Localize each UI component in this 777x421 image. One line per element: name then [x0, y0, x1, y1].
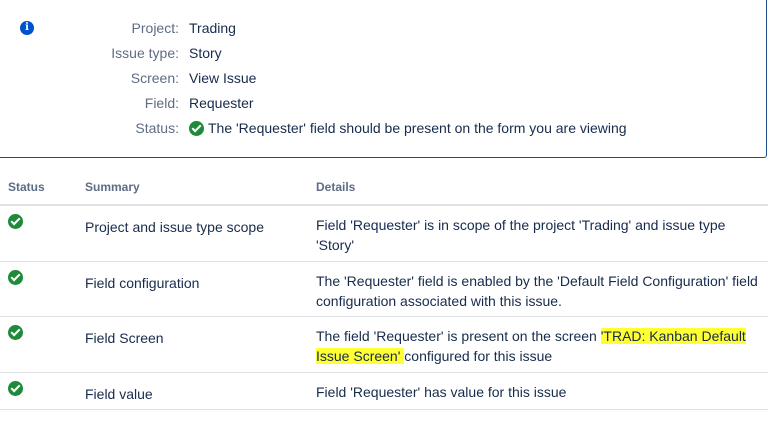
header-summary: Summary — [85, 180, 140, 194]
info-value-field: Requester — [189, 95, 254, 111]
field-helper-page: i Project: Trading Issue type: Story Scr… — [0, 0, 777, 421]
check-icon — [8, 381, 23, 396]
info-row-screen: Screen: View Issue — [0, 68, 257, 88]
check-icon — [8, 325, 23, 340]
info-value-status: The 'Requester' field should be present … — [189, 120, 627, 136]
status-message: The 'Requester' field should be present … — [208, 120, 627, 136]
info-label-status: Status: — [135, 120, 179, 136]
info-label-field: Field: — [144, 95, 179, 111]
header-status: Status — [8, 180, 45, 194]
table-row: Field configuration The 'Requester' fiel… — [0, 262, 768, 317]
info-label-screen: Screen: — [130, 70, 179, 86]
row-details: Field 'Requester' has value for this iss… — [316, 384, 567, 400]
details-text: The field 'Requester' is present on the … — [316, 328, 601, 344]
row-details: The 'Requester' field is enabled by the … — [316, 273, 758, 309]
details-text: configured for this issue — [404, 348, 553, 364]
row-summary: Field configuration — [85, 275, 200, 291]
check-icon — [8, 214, 23, 229]
info-value-screen: View Issue — [189, 70, 257, 86]
row-summary: Field value — [85, 386, 153, 402]
table-row: Field Screen The field 'Requester' is pr… — [0, 317, 768, 373]
info-panel: i Project: Trading Issue type: Story Scr… — [0, 0, 767, 158]
check-icon — [8, 270, 23, 285]
row-details: Field 'Requester' is in scope of the pro… — [316, 217, 726, 253]
table-header: Status Summary Details — [0, 173, 768, 206]
info-row-status: Status: The 'Requester' field should be … — [0, 118, 627, 138]
row-summary: Field Screen — [85, 330, 164, 346]
check-icon — [189, 120, 204, 136]
info-row-field: Field: Requester — [0, 93, 254, 113]
info-label-issue-type: Issue type: — [111, 45, 179, 61]
info-row-project: Project: Trading — [0, 18, 236, 38]
results-table: Status Summary Details Project and issue… — [0, 173, 768, 410]
info-value-project: Trading — [189, 20, 236, 36]
info-value-issue-type: Story — [189, 45, 222, 61]
table-row: Field value Field 'Requester' has value … — [0, 373, 768, 410]
info-label-project: Project: — [131, 20, 179, 36]
row-summary: Project and issue type scope — [85, 219, 264, 235]
header-details: Details — [316, 180, 356, 194]
table-row: Project and issue type scope Field 'Requ… — [0, 206, 768, 262]
info-row-issue-type: Issue type: Story — [0, 43, 222, 63]
row-details: The field 'Requester' is present on the … — [316, 326, 764, 366]
